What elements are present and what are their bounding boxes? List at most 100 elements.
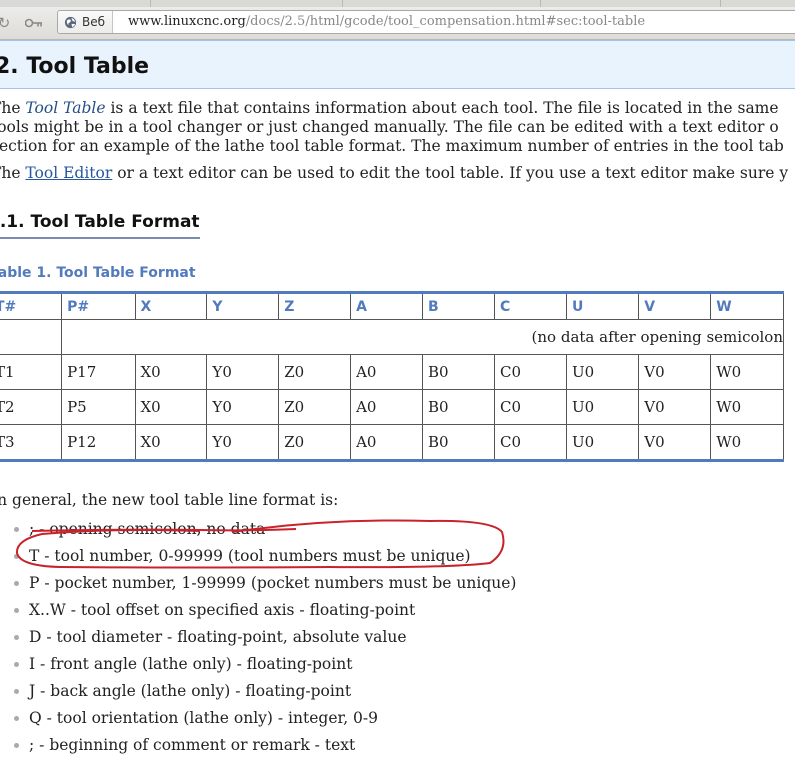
tab-separator bbox=[150, 0, 151, 7]
table-cell: Z0 bbox=[278, 354, 352, 390]
bullet-icon bbox=[14, 635, 19, 640]
table-cell: W0 bbox=[710, 354, 784, 390]
table-cell: T2 bbox=[0, 389, 63, 425]
browser-toolbar: ↻ Веб www.linuxcnc.org/docs/2.5/html/gco… bbox=[0, 7, 795, 40]
address-bar[interactable]: Веб www.linuxcnc.org/docs/2.5/html/gcode… bbox=[57, 10, 795, 34]
list-item: Q - tool orientation (lathe only) - inte… bbox=[0, 705, 516, 732]
list-item-text: Q - tool orientation (lathe only) - inte… bbox=[29, 709, 379, 727]
list-item: D - tool diameter - floating-point, abso… bbox=[0, 624, 516, 651]
text-run: or a text editor can be used to edit the… bbox=[112, 164, 789, 182]
column-header: C bbox=[493, 292, 568, 320]
column-header: Y bbox=[206, 292, 280, 320]
site-identity-button[interactable]: Веб bbox=[58, 11, 114, 33]
table-cell: U0 bbox=[566, 389, 640, 425]
tab-strip bbox=[0, 0, 795, 7]
table-cell: P17 bbox=[61, 354, 136, 390]
format-intro: In general, the new tool table line form… bbox=[0, 491, 339, 509]
table-row: T3 P12 X0 Y0 Z0 A0 B0 C0 U0 V0 W0 bbox=[0, 424, 784, 461]
tool-editor-link[interactable]: Tool Editor bbox=[25, 164, 112, 182]
table-cell: V0 bbox=[638, 389, 712, 425]
list-item-text: ; - beginning of comment or remark - tex… bbox=[29, 736, 356, 754]
table-cell: X0 bbox=[134, 354, 208, 390]
bullet-icon bbox=[14, 608, 19, 613]
key-icon[interactable] bbox=[24, 13, 44, 33]
list-item-text: P - pocket number, 1-99999 (pocket numbe… bbox=[29, 574, 517, 592]
table-cell: P5 bbox=[61, 389, 136, 425]
table-cell: B0 bbox=[422, 389, 495, 425]
list-item: P - pocket number, 1-99999 (pocket numbe… bbox=[0, 570, 516, 597]
table-cell: X0 bbox=[134, 389, 208, 425]
table-cell: V0 bbox=[638, 424, 712, 461]
tool-table: T# P# X Y Z A B C U V W ; (no data after… bbox=[0, 291, 784, 462]
reload-icon[interactable]: ↻ bbox=[0, 13, 14, 33]
table-cell: A0 bbox=[350, 424, 424, 461]
column-header: U bbox=[566, 292, 640, 320]
identity-label: Веб bbox=[82, 15, 106, 29]
list-item: T - tool number, 0-99999 (tool numbers m… bbox=[0, 543, 516, 570]
table-note-cell: (no data after opening semicolon bbox=[61, 319, 784, 355]
table-cell: U0 bbox=[566, 354, 640, 390]
list-item: J - back angle (lathe only) - floating-p… bbox=[0, 678, 516, 705]
column-header: V bbox=[638, 292, 712, 320]
tab-separator bbox=[540, 0, 541, 7]
bullet-icon bbox=[14, 527, 19, 532]
list-item-text: T - tool number, 0-99999 (tool numbers m… bbox=[29, 547, 471, 565]
list-item-text: X..W - tool offset on specified axis - f… bbox=[29, 601, 416, 619]
table-cell: X0 bbox=[134, 424, 208, 461]
table-cell: V0 bbox=[638, 354, 712, 390]
table-cell: ; bbox=[0, 319, 63, 355]
table-cell: Y0 bbox=[206, 354, 280, 390]
list-item-text: I - front angle (lathe only) - floating-… bbox=[29, 655, 353, 673]
table-cell: C0 bbox=[493, 424, 568, 461]
table-cell: W0 bbox=[710, 424, 784, 461]
table-cell: C0 bbox=[493, 389, 568, 425]
list-item: I - front angle (lathe only) - floating-… bbox=[0, 651, 516, 678]
format-list: ; - opening semicolon, no data T - tool … bbox=[0, 516, 516, 759]
url-path: /docs/2.5/html/gcode/tool_compensation.h… bbox=[245, 14, 646, 29]
table-cell: C0 bbox=[493, 354, 568, 390]
table-header-row: T# P# X Y Z A B C U V W bbox=[0, 292, 784, 320]
url-text[interactable]: www.linuxcnc.org/docs/2.5/html/gcode/too… bbox=[128, 11, 645, 33]
table-cell: U0 bbox=[566, 424, 640, 461]
tab-separator bbox=[720, 0, 721, 7]
bullet-icon bbox=[14, 743, 19, 748]
table-cell: W0 bbox=[710, 389, 784, 425]
paragraph-line: tools might be in a tool changer or just… bbox=[0, 118, 779, 136]
table-row: T2 P5 X0 Y0 Z0 A0 B0 C0 U0 V0 W0 bbox=[0, 389, 784, 425]
table-cell: B0 bbox=[422, 354, 495, 390]
column-header: P# bbox=[61, 292, 136, 320]
list-item: ; - beginning of comment or remark - tex… bbox=[0, 732, 516, 759]
text-run: The bbox=[0, 99, 21, 117]
column-header: A bbox=[350, 292, 424, 320]
bullet-icon bbox=[14, 689, 19, 694]
paragraph-line: section for an example of the lathe tool… bbox=[0, 137, 784, 155]
list-item-text: D - tool diameter - floating-point, abso… bbox=[29, 628, 407, 646]
text-run: is a text file that contains information… bbox=[105, 99, 779, 117]
tab-separator bbox=[342, 0, 343, 7]
table-cell: Z0 bbox=[278, 389, 352, 425]
table-cell: T3 bbox=[0, 424, 63, 461]
bullet-icon bbox=[14, 662, 19, 667]
table-cell: P12 bbox=[61, 424, 136, 461]
section-heading-bar: 2. Tool Table bbox=[0, 40, 795, 89]
table-cell: A0 bbox=[350, 354, 424, 390]
bullet-icon bbox=[14, 581, 19, 586]
section-title: 2. Tool Table bbox=[0, 54, 150, 79]
table-cell: Y0 bbox=[206, 389, 280, 425]
table-cell: B0 bbox=[422, 424, 495, 461]
paragraph-line: The Tool Table is a text file that conta… bbox=[0, 99, 779, 118]
table-cell: T1 bbox=[0, 354, 63, 390]
list-item-text: J - back angle (lathe only) - floating-p… bbox=[29, 682, 352, 700]
table-cell: Y0 bbox=[206, 424, 280, 461]
table-row: T1 P17 X0 Y0 Z0 A0 B0 C0 U0 V0 W0 bbox=[0, 354, 784, 390]
column-header: Z bbox=[278, 292, 352, 320]
column-header: T# bbox=[0, 292, 63, 320]
bullet-icon bbox=[14, 716, 19, 721]
subsection-title: 2.1. Tool Table Format bbox=[0, 212, 200, 239]
table-cell: Z0 bbox=[278, 424, 352, 461]
table-row: ; (no data after opening semicolon bbox=[0, 319, 784, 355]
globe-icon bbox=[64, 16, 77, 28]
text-run: The bbox=[0, 164, 21, 182]
table-cell: A0 bbox=[350, 389, 424, 425]
paragraph-line: The Tool Editor or a text editor can be … bbox=[0, 164, 788, 183]
